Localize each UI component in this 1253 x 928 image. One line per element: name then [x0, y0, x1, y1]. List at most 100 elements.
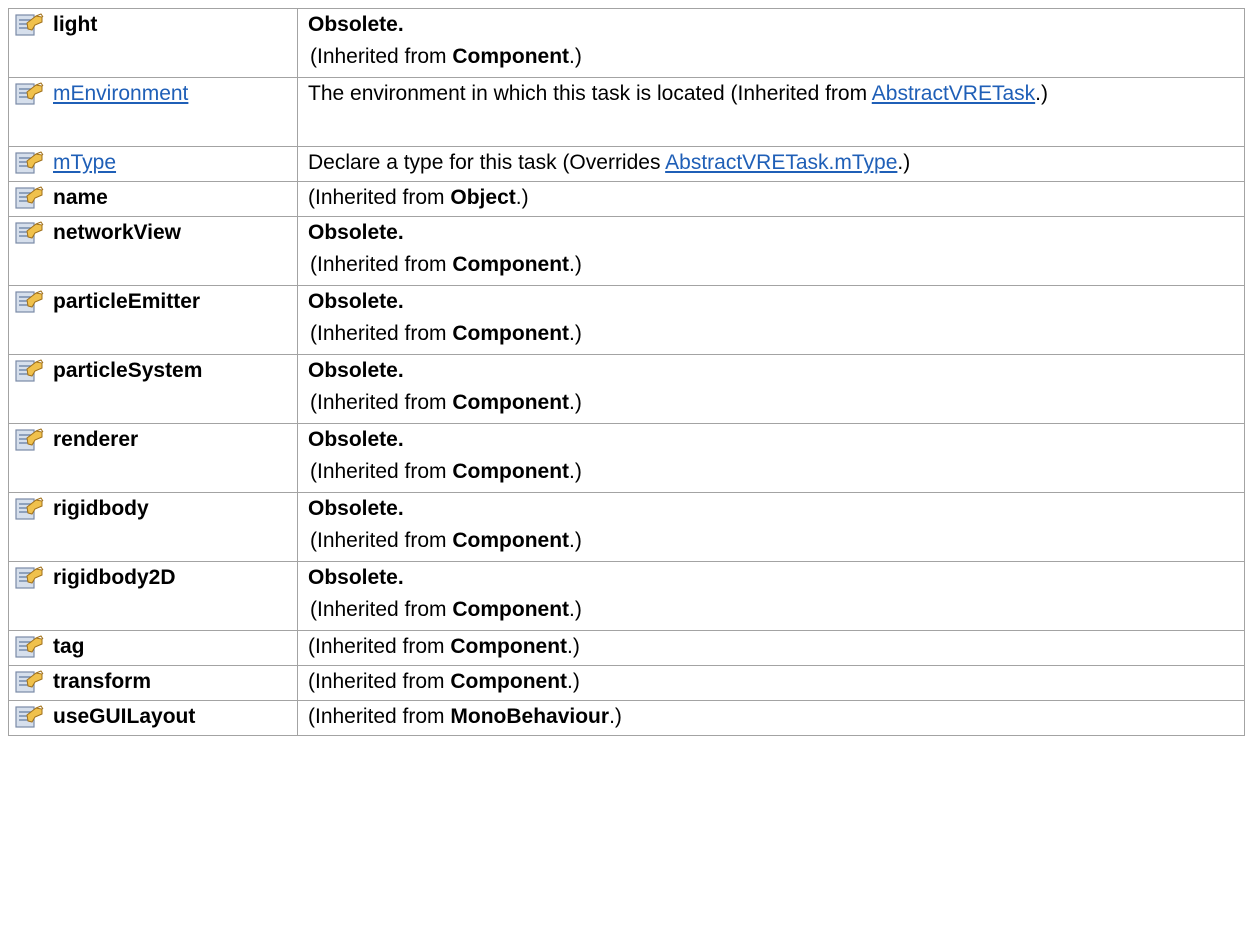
inherited-from-type: Component	[452, 460, 570, 483]
member-name-menvironment[interactable]: mEnvironment	[53, 82, 188, 105]
inheritance-prefix: (Inherited from	[310, 391, 453, 414]
member-name-cell: transform	[49, 665, 298, 701]
member-row-networkview: networkView Obsolete. (Inherited from Comp…	[8, 216, 1245, 286]
inheritance-note: (Inherited from Component.)	[308, 249, 1244, 281]
member-name-cell: name	[49, 181, 298, 217]
inherited-from-link[interactable]: AbstractVRETask.mType	[665, 151, 897, 174]
property-icon	[15, 151, 44, 174]
member-description-cell: (Inherited from MonoBehaviour.)	[297, 700, 1245, 736]
property-icon	[15, 290, 44, 313]
inheritance-suffix: .)	[609, 705, 622, 728]
inheritance-suffix: .)	[569, 529, 582, 552]
member-name-cell: renderer	[49, 423, 298, 493]
inheritance-note: (Inherited from Component.)	[308, 525, 1244, 557]
member-name-cell: light	[49, 8, 298, 78]
property-icon	[15, 359, 44, 382]
inheritance-suffix: .)	[569, 391, 582, 414]
property-icon	[15, 221, 44, 244]
icon-cell	[8, 285, 49, 355]
inheritance-suffix: .)	[569, 322, 582, 345]
member-name-particlesystem: particleSystem	[53, 359, 203, 382]
inheritance-prefix: (Inherited from	[308, 186, 451, 209]
inheritance-prefix: (Inherited from	[310, 322, 453, 345]
member-name-useguilayout: useGUILayout	[53, 705, 196, 728]
member-description-cell: Obsolete. (Inherited from Component.)	[297, 285, 1245, 355]
member-name-rigidbody2d: rigidbody2D	[53, 566, 176, 589]
property-icon	[15, 635, 44, 658]
inheritance-note: Declare a type for this task (Overrides …	[308, 151, 910, 174]
member-name-cell: networkView	[49, 216, 298, 286]
inheritance-suffix: .)	[897, 151, 911, 174]
inheritance-note: The environment in which this task is lo…	[308, 82, 1048, 105]
member-name-light: light	[53, 13, 98, 36]
inheritance-note: (Inherited from Object.)	[308, 186, 529, 209]
member-description-cell: (Inherited from Object.)	[297, 181, 1245, 217]
inheritance-suffix: .)	[569, 45, 582, 68]
inheritance-suffix: .)	[567, 635, 580, 658]
member-row-tag: tag (Inherited from Component.)	[8, 630, 1245, 666]
member-name-cell: tag	[49, 630, 298, 666]
inherited-from-type: Component	[452, 322, 570, 345]
inheritance-prefix: (Inherited from	[310, 529, 453, 552]
inherited-from-type: Object	[450, 186, 516, 209]
obsolete-label: Obsolete.	[308, 221, 404, 244]
inheritance-prefix: (Inherited from	[308, 670, 451, 693]
description-text: The environment in which this task is lo…	[308, 82, 872, 105]
member-description-cell: Obsolete. (Inherited from Component.)	[297, 354, 1245, 424]
inheritance-note: (Inherited from Component.)	[308, 456, 1244, 488]
inherited-from-type: Component	[452, 253, 570, 276]
icon-cell	[8, 492, 49, 562]
property-icon	[15, 566, 44, 589]
description-text: Declare a type for this task (Overrides	[308, 151, 666, 174]
member-name-tag: tag	[53, 635, 85, 658]
obsolete-label: Obsolete.	[308, 290, 404, 313]
member-name-mtype[interactable]: mType	[53, 151, 116, 174]
property-icon	[15, 497, 44, 520]
inheritance-suffix: .)	[569, 598, 582, 621]
member-description-cell: Obsolete. (Inherited from Component.)	[297, 216, 1245, 286]
inherited-from-type: Component	[452, 391, 570, 414]
inheritance-suffix: .)	[569, 253, 582, 276]
property-icon	[15, 670, 44, 693]
inherited-from-type: Component	[452, 45, 570, 68]
icon-cell	[8, 216, 49, 286]
icon-cell	[8, 146, 49, 182]
members-table: light Obsolete. (Inherited from Component.…	[8, 8, 1245, 736]
icon-cell	[8, 181, 49, 217]
member-row-menvironment: mEnvironment The environment in which thi…	[8, 77, 1245, 147]
member-row-mtype: mType Declare a type for this task (Overr…	[8, 146, 1245, 182]
member-row-renderer: renderer Obsolete. (Inherited from Compone…	[8, 423, 1245, 493]
icon-cell	[8, 665, 49, 701]
inheritance-suffix: .)	[567, 670, 580, 693]
icon-cell	[8, 561, 49, 631]
member-description-cell: Obsolete. (Inherited from Component.)	[297, 8, 1245, 78]
icon-cell	[8, 8, 49, 78]
member-name-cell: useGUILayout	[49, 700, 298, 736]
inherited-from-type: Component	[450, 635, 568, 658]
icon-cell	[8, 354, 49, 424]
property-icon	[15, 705, 44, 728]
inheritance-note: (Inherited from Component.)	[308, 594, 1244, 626]
inherited-from-link[interactable]: AbstractVRETask	[872, 82, 1035, 105]
inherited-from-type: Component	[450, 670, 568, 693]
inherited-from-type: Component	[452, 598, 570, 621]
member-name-cell: rigidbody2D	[49, 561, 298, 631]
inheritance-suffix: .)	[515, 186, 529, 209]
inheritance-prefix: (Inherited from	[310, 253, 453, 276]
obsolete-label: Obsolete.	[308, 566, 404, 589]
inheritance-note: (Inherited from MonoBehaviour.)	[308, 705, 622, 728]
obsolete-label: Obsolete.	[308, 359, 404, 382]
member-name-renderer: renderer	[53, 428, 139, 451]
inheritance-prefix: (Inherited from	[310, 598, 453, 621]
property-icon	[15, 13, 44, 36]
member-name-networkview: networkView	[53, 221, 181, 244]
member-description-cell: Obsolete. (Inherited from Component.)	[297, 492, 1245, 562]
property-icon	[15, 186, 44, 209]
member-name-name: name	[53, 186, 108, 209]
member-description-cell: (Inherited from Component.)	[297, 630, 1245, 666]
member-name-rigidbody: rigidbody	[53, 497, 149, 520]
icon-cell	[8, 630, 49, 666]
member-description-cell: Obsolete. (Inherited from Component.)	[297, 423, 1245, 493]
member-row-name: name (Inherited from Object.)	[8, 181, 1245, 217]
member-row-particlesystem: particleSystem Obsolete. (Inherited from C…	[8, 354, 1245, 424]
